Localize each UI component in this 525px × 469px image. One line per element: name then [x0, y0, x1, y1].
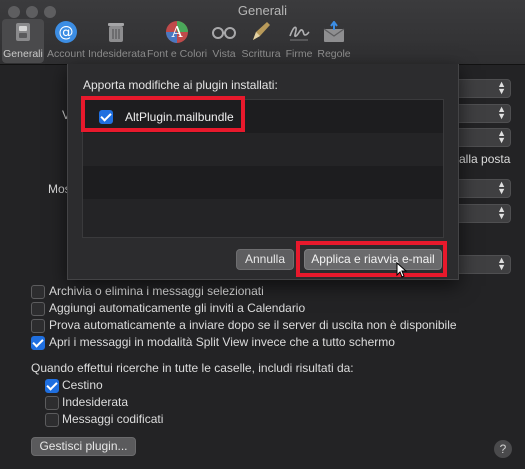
highlight-box-plugin	[81, 96, 245, 132]
toolbar-item-indesiderata[interactable]: Indesiderata	[88, 19, 146, 63]
indesiderata-label: Indesiderata	[62, 395, 129, 409]
toolbar-item-firme[interactable]: Firme	[284, 19, 314, 63]
popup-menu-3[interactable]: ▲ ▼	[455, 128, 511, 147]
split-view-checkbox[interactable]	[31, 336, 45, 350]
updown-chevron-icon: ▲ ▼	[497, 79, 506, 96]
plugins-sheet: Apporta modifiche ai plugin installati: …	[67, 64, 459, 280]
updown-chevron-icon: ▲ ▼	[497, 204, 506, 221]
toolbar-item-account[interactable]: @ Account	[46, 19, 86, 63]
retry-send-checkbox[interactable]	[31, 319, 45, 333]
list-item	[83, 166, 443, 199]
updown-chevron-icon: ▲ ▼	[497, 128, 506, 145]
preferences-window: Generali Generali @ Account Indesiderata…	[0, 0, 525, 469]
list-item	[83, 199, 443, 237]
toolbar-label: Generali	[3, 48, 43, 60]
toolbar-item-scrittura[interactable]: Scrittura	[240, 19, 282, 63]
popup-menu-5[interactable]: ▲ ▼	[455, 204, 511, 223]
encrypted-messages-label: Messaggi codificati	[62, 412, 164, 426]
popup-menu-1[interactable]: ▲ ▼	[455, 79, 511, 98]
toolbar-item-generali[interactable]: Generali	[2, 19, 44, 63]
cestino-label: Cestino	[62, 378, 103, 392]
indesiderata-checkbox[interactable]	[45, 396, 59, 410]
list-item	[83, 133, 443, 166]
archive-delete-checkbox[interactable]	[31, 285, 45, 299]
toolbar-label: Vista	[212, 48, 236, 60]
updown-chevron-icon: ▲ ▼	[497, 255, 506, 272]
window-title: Generali	[237, 3, 288, 18]
sheet-title: Apporta modifiche ai plugin installati:	[83, 78, 278, 92]
toolbar-item-regole[interactable]: Regole	[316, 19, 352, 63]
fonts-colors-icon: A	[164, 19, 190, 45]
archive-delete-label: Archivia o elimina i messaggi selezionat…	[49, 284, 264, 298]
updown-chevron-icon: ▲ ▼	[497, 179, 506, 196]
svg-text:@: @	[59, 23, 74, 41]
toolbar-label: Indesiderata	[88, 48, 146, 60]
toolbar-item-font-e-colori[interactable]: A Font e Colori	[147, 19, 207, 63]
mouse-cursor-icon	[396, 261, 408, 283]
toolbar-label: Account	[47, 48, 85, 60]
popup-menu-4[interactable]: ▲ ▼	[455, 179, 511, 198]
help-button[interactable]: ?	[494, 440, 512, 458]
toolbar-item-vista[interactable]: Vista	[209, 19, 239, 63]
split-view-label: Apri i messaggi in modalità Split View i…	[49, 335, 395, 349]
search-heading: Quando effettui ricerche in tutte le cas…	[31, 361, 354, 375]
retry-send-label: Prova automaticamente a inviare dopo se …	[49, 318, 457, 332]
rules-envelope-icon	[321, 19, 347, 45]
popup-menu-2[interactable]: ▲ ▼	[455, 104, 511, 123]
add-invites-checkbox[interactable]	[31, 302, 45, 316]
add-invites-label: Aggiungi automaticamente gli inviti a Ca…	[49, 301, 306, 315]
partial-text-alla-posta: alla posta	[459, 152, 511, 166]
manage-plugins-button[interactable]: Gestisci plugin...	[31, 437, 136, 456]
general-switch-icon	[10, 19, 36, 45]
toolbar-label: Font e Colori	[147, 48, 208, 60]
highlight-box-apply	[296, 241, 447, 277]
cancel-button[interactable]: Annulla	[236, 249, 294, 270]
at-sign-icon: @	[53, 19, 79, 45]
junk-trash-icon	[103, 19, 129, 45]
glasses-icon	[211, 19, 237, 45]
pencil-compose-icon	[248, 19, 274, 45]
updown-chevron-icon: ▲ ▼	[497, 104, 506, 121]
svg-text:A: A	[171, 23, 183, 41]
signature-icon	[286, 19, 312, 45]
toolbar-label: Regole	[317, 48, 351, 60]
cestino-checkbox[interactable]	[45, 379, 59, 393]
titlebar: Generali Generali @ Account Indesiderata…	[0, 0, 525, 65]
toolbar-label: Scrittura	[241, 48, 281, 60]
toolbar-label: Firme	[285, 48, 313, 60]
encrypted-messages-checkbox[interactable]	[45, 413, 59, 427]
